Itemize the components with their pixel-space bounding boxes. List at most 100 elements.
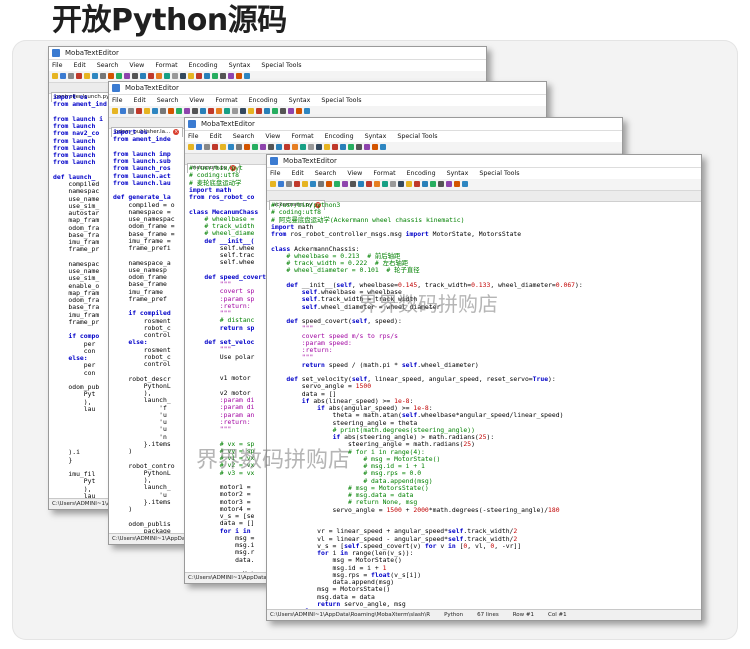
toolbar-button-icon[interactable] bbox=[310, 181, 316, 187]
toolbar-button-icon[interactable] bbox=[136, 108, 142, 114]
menu-item-encoding[interactable]: Encoding bbox=[189, 62, 218, 69]
menu-item-format[interactable]: Format bbox=[215, 97, 237, 104]
menu-item-view[interactable]: View bbox=[189, 97, 204, 104]
menu-item-format[interactable]: Format bbox=[291, 133, 313, 140]
toolbar-button-icon[interactable] bbox=[172, 73, 178, 79]
menu-item-special-tools[interactable]: Special Tools bbox=[321, 97, 361, 104]
menu-item-search[interactable]: Search bbox=[157, 97, 179, 104]
toolbar-button-icon[interactable] bbox=[100, 73, 106, 79]
toolbar-button-icon[interactable] bbox=[68, 73, 74, 79]
toolbar-button-icon[interactable] bbox=[276, 144, 282, 150]
menu-item-search[interactable]: Search bbox=[233, 133, 255, 140]
toolbar-button-icon[interactable] bbox=[380, 144, 386, 150]
menu-item-view[interactable]: View bbox=[347, 170, 362, 177]
toolbar-button-icon[interactable] bbox=[212, 144, 218, 150]
toolbar-button-icon[interactable] bbox=[204, 73, 210, 79]
toolbar-button-icon[interactable] bbox=[196, 144, 202, 150]
menu-item-edit[interactable]: Edit bbox=[134, 97, 146, 104]
toolbar-button-icon[interactable] bbox=[236, 73, 242, 79]
toolbar-button-icon[interactable] bbox=[382, 181, 388, 187]
toolbar-button-icon[interactable] bbox=[76, 73, 82, 79]
toolbar-button-icon[interactable] bbox=[296, 108, 302, 114]
toolbar-button-icon[interactable] bbox=[462, 181, 468, 187]
toolbar-button-icon[interactable] bbox=[272, 108, 278, 114]
toolbar-button-icon[interactable] bbox=[248, 108, 254, 114]
toolbar-button-icon[interactable] bbox=[216, 108, 222, 114]
toolbar-button-icon[interactable] bbox=[244, 144, 250, 150]
toolbar-button-icon[interactable] bbox=[446, 181, 452, 187]
toolbar-button-icon[interactable] bbox=[192, 108, 198, 114]
menu-item-format[interactable]: Format bbox=[155, 62, 177, 69]
toolbar-button-icon[interactable] bbox=[252, 144, 258, 150]
toolbar-button-icon[interactable] bbox=[454, 181, 460, 187]
toolbar-button-icon[interactable] bbox=[232, 108, 238, 114]
toolbar-button-icon[interactable] bbox=[304, 108, 310, 114]
menu-item-format[interactable]: Format bbox=[373, 170, 395, 177]
menu-item-syntax[interactable]: Syntax bbox=[289, 97, 311, 104]
toolbar-button-icon[interactable] bbox=[294, 181, 300, 187]
menu-item-file[interactable]: File bbox=[112, 97, 123, 104]
toolbar-button-icon[interactable] bbox=[112, 108, 118, 114]
toolbar-button-icon[interactable] bbox=[284, 144, 290, 150]
toolbar-button-icon[interactable] bbox=[124, 73, 130, 79]
toolbar-button-icon[interactable] bbox=[316, 144, 322, 150]
toolbar-button-icon[interactable] bbox=[196, 73, 202, 79]
toolbar-button-icon[interactable] bbox=[324, 144, 330, 150]
menu-item-view[interactable]: View bbox=[265, 133, 280, 140]
menu-item-encoding[interactable]: Encoding bbox=[249, 97, 278, 104]
toolbar-button-icon[interactable] bbox=[268, 144, 274, 150]
menu-item-syntax[interactable]: Syntax bbox=[229, 62, 251, 69]
toolbar-button-icon[interactable] bbox=[144, 108, 150, 114]
menu-item-file[interactable]: File bbox=[52, 62, 63, 69]
window-titlebar[interactable]: MobaTextEditor bbox=[185, 118, 622, 131]
toolbar-button-icon[interactable] bbox=[212, 73, 218, 79]
toolbar-button-icon[interactable] bbox=[342, 181, 348, 187]
toolbar-button-icon[interactable] bbox=[358, 181, 364, 187]
toolbar-button-icon[interactable] bbox=[120, 108, 126, 114]
toolbar-button-icon[interactable] bbox=[286, 181, 292, 187]
toolbar-button-icon[interactable] bbox=[398, 181, 404, 187]
toolbar-button-icon[interactable] bbox=[240, 108, 246, 114]
toolbar-button-icon[interactable] bbox=[280, 108, 286, 114]
toolbar-button-icon[interactable] bbox=[350, 181, 356, 187]
toolbar-button-icon[interactable] bbox=[414, 181, 420, 187]
code-area[interactable]: #!/usr/bin/python3 # coding:utf8 # 阿克曼底盘… bbox=[271, 201, 701, 620]
toolbar-button-icon[interactable] bbox=[366, 181, 372, 187]
toolbar-button-icon[interactable] bbox=[334, 181, 340, 187]
toolbar-button-icon[interactable] bbox=[184, 108, 190, 114]
toolbar-button-icon[interactable] bbox=[84, 73, 90, 79]
toolbar-button-icon[interactable] bbox=[156, 73, 162, 79]
toolbar-button-icon[interactable] bbox=[364, 144, 370, 150]
menu-item-search[interactable]: Search bbox=[97, 62, 119, 69]
toolbar-button-icon[interactable] bbox=[140, 73, 146, 79]
menu-item-syntax[interactable]: Syntax bbox=[447, 170, 469, 177]
toolbar-button-icon[interactable] bbox=[406, 181, 412, 187]
toolbar-button-icon[interactable] bbox=[256, 108, 262, 114]
toolbar-button-icon[interactable] bbox=[128, 108, 134, 114]
toolbar-button-icon[interactable] bbox=[160, 108, 166, 114]
toolbar-button-icon[interactable] bbox=[308, 144, 314, 150]
toolbar-button-icon[interactable] bbox=[188, 73, 194, 79]
menu-item-file[interactable]: File bbox=[188, 133, 199, 140]
toolbar-button-icon[interactable] bbox=[288, 108, 294, 114]
window-titlebar[interactable]: MobaTextEditor bbox=[49, 47, 486, 60]
toolbar-button-icon[interactable] bbox=[220, 144, 226, 150]
toolbar-button-icon[interactable] bbox=[220, 73, 226, 79]
toolbar-button-icon[interactable] bbox=[374, 181, 380, 187]
menu-item-special-tools[interactable]: Special Tools bbox=[397, 133, 437, 140]
window-titlebar[interactable]: MobaTextEditor bbox=[267, 155, 701, 168]
toolbar-button-icon[interactable] bbox=[132, 73, 138, 79]
menu-item-special-tools[interactable]: Special Tools bbox=[261, 62, 301, 69]
toolbar-button-icon[interactable] bbox=[116, 73, 122, 79]
toolbar-button-icon[interactable] bbox=[340, 144, 346, 150]
toolbar-button-icon[interactable] bbox=[372, 144, 378, 150]
menu-item-view[interactable]: View bbox=[129, 62, 144, 69]
toolbar-button-icon[interactable] bbox=[148, 73, 154, 79]
toolbar-button-icon[interactable] bbox=[200, 108, 206, 114]
toolbar-button-icon[interactable] bbox=[60, 73, 66, 79]
menu-item-encoding[interactable]: Encoding bbox=[325, 133, 354, 140]
toolbar-button-icon[interactable] bbox=[164, 73, 170, 79]
toolbar-button-icon[interactable] bbox=[228, 73, 234, 79]
toolbar-button-icon[interactable] bbox=[52, 73, 58, 79]
toolbar-button-icon[interactable] bbox=[208, 108, 214, 114]
